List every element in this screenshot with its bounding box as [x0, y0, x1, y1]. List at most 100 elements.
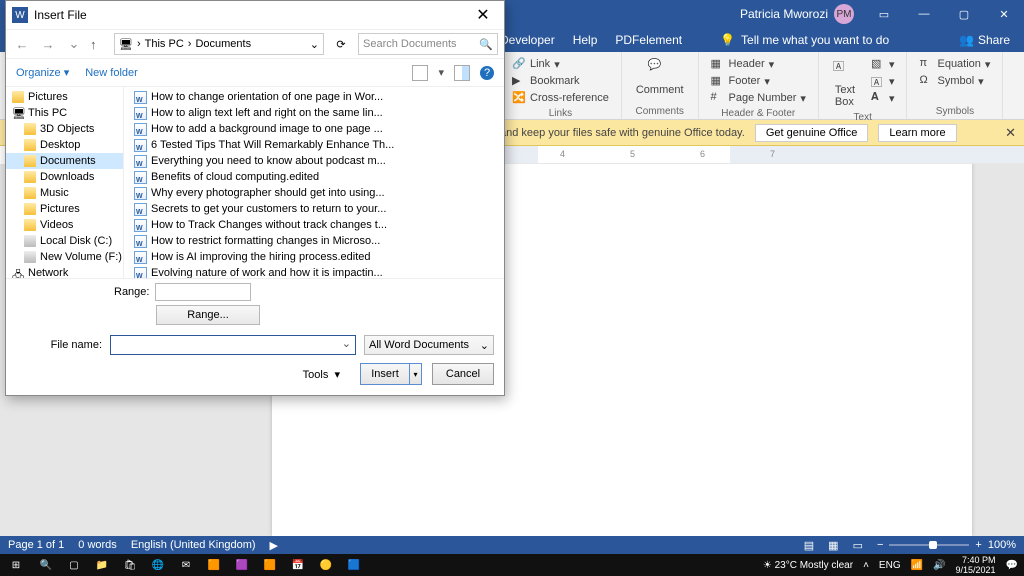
header-button[interactable]: ▦Header ▾: [709, 56, 808, 72]
web-layout-icon[interactable]: ▭: [853, 539, 863, 552]
textbox-button[interactable]: 🄰Text Box: [829, 56, 861, 110]
chevron-down-icon[interactable]: ▾: [438, 66, 444, 79]
range-button[interactable]: Range...: [156, 305, 260, 325]
tree-item[interactable]: Local Disk (C:): [6, 233, 123, 249]
share-button[interactable]: 👥 Share: [959, 33, 1010, 47]
recent-dropdown[interactable]: ⌄: [64, 36, 84, 52]
start-button[interactable]: ⊞: [0, 560, 32, 571]
app1-taskbar-icon[interactable]: 🟧: [200, 554, 228, 576]
system-tray[interactable]: ☀ 23°C Mostly clear ˄ ENG 📶 🔊 7:40 PM 9/…: [763, 555, 1024, 575]
new-folder-button[interactable]: New folder: [85, 67, 138, 79]
insert-split-dropdown[interactable]: ▾: [409, 364, 421, 384]
tree-item[interactable]: Music: [6, 185, 123, 201]
wordart-button[interactable]: 🄰▾: [869, 73, 897, 89]
word-count[interactable]: 0 words: [78, 539, 117, 551]
tree-item[interactable]: Pictures: [6, 201, 123, 217]
user-badge[interactable]: Patricia Mworozi PM: [740, 4, 864, 24]
maximize-icon[interactable]: ▢: [944, 0, 984, 28]
range-input[interactable]: [155, 283, 251, 301]
tree-item[interactable]: Downloads: [6, 169, 123, 185]
dropcap-button[interactable]: 𝐀▾: [869, 90, 897, 106]
preview-pane-button[interactable]: [454, 65, 470, 81]
wifi-icon[interactable]: 📶: [911, 560, 923, 571]
file-item[interactable]: How to restrict formatting changes in Mi…: [128, 233, 500, 249]
tree-item[interactable]: Desktop: [6, 137, 123, 153]
macro-icon[interactable]: ▶: [270, 539, 278, 552]
horizontal-ruler[interactable]: 4 5 6 7: [500, 146, 1024, 164]
refresh-button[interactable]: ⟳: [330, 38, 352, 51]
tab-developer[interactable]: Developer: [500, 33, 555, 47]
collapse-ribbon-icon[interactable]: ▭: [864, 0, 904, 28]
file-item[interactable]: 6 Tested Tips That Will Remarkably Enhan…: [128, 137, 500, 153]
forward-button[interactable]: →: [38, 37, 58, 52]
file-item[interactable]: Benefits of cloud computing.edited: [128, 169, 500, 185]
search-input[interactable]: Search Documents 🔍: [358, 33, 498, 55]
link-button[interactable]: 🔗Link ▾: [510, 56, 611, 72]
chrome-taskbar-icon[interactable]: 🟡: [312, 554, 340, 576]
comment-button[interactable]: 💬Comment: [632, 56, 688, 104]
close-icon[interactable]: ✕: [984, 0, 1024, 28]
tree-item[interactable]: Pictures: [6, 89, 123, 105]
file-item[interactable]: How is AI improving the hiring process.e…: [128, 249, 500, 265]
tree-item[interactable]: 3D Objects: [6, 121, 123, 137]
file-list[interactable]: How to change orientation of one page in…: [124, 87, 504, 278]
view-options-button[interactable]: [412, 65, 428, 81]
file-item[interactable]: Everything you need to know about podcas…: [128, 153, 500, 169]
language-indicator[interactable]: English (United Kingdom): [131, 539, 256, 551]
quickparts-button[interactable]: ▧▾: [869, 56, 897, 72]
footer-button[interactable]: ▦Footer ▾: [709, 73, 808, 89]
tree-item[interactable]: Documents: [6, 153, 123, 169]
help-icon[interactable]: ?: [480, 66, 494, 80]
clock[interactable]: 7:40 PM 9/15/2021: [956, 555, 996, 575]
get-office-button[interactable]: Get genuine Office: [755, 124, 869, 142]
tell-me-search[interactable]: 💡 Tell me what you want to do: [720, 33, 889, 47]
edge-taskbar-icon[interactable]: 🌐: [144, 554, 172, 576]
app2-taskbar-icon[interactable]: 🟪: [228, 554, 256, 576]
minimize-icon[interactable]: —: [904, 0, 944, 28]
store-taskbar-icon[interactable]: 🛍: [116, 554, 144, 576]
cancel-button[interactable]: Cancel: [432, 363, 494, 385]
filename-input[interactable]: [110, 335, 356, 355]
bookmark-button[interactable]: ▶Bookmark: [510, 73, 611, 89]
file-item[interactable]: Evolving nature of work and how it is im…: [128, 265, 500, 278]
banner-close-icon[interactable]: ✕: [1005, 125, 1016, 141]
dialog-close-button[interactable]: ✕: [468, 5, 498, 25]
explorer-taskbar-icon[interactable]: 📁: [88, 554, 116, 576]
tools-menu[interactable]: Tools ▾: [303, 368, 340, 381]
tree-item[interactable]: Videos: [6, 217, 123, 233]
file-item[interactable]: How to Track Changes without track chang…: [128, 217, 500, 233]
zoom-control[interactable]: − + 100%: [877, 539, 1016, 551]
chevron-down-icon[interactable]: ⌄: [310, 38, 319, 51]
file-item[interactable]: How to change orientation of one page in…: [128, 89, 500, 105]
tab-pdfelement[interactable]: PDFelement: [615, 33, 682, 47]
tree-item[interactable]: 🖥This PC: [6, 105, 123, 121]
sound-icon[interactable]: 🔊: [933, 560, 945, 571]
file-type-filter[interactable]: All Word Documents ⌄: [364, 335, 494, 355]
equation-button[interactable]: πEquation ▾: [917, 56, 992, 72]
page-indicator[interactable]: Page 1 of 1: [8, 539, 64, 551]
crossref-button[interactable]: 🔀Cross-reference: [510, 90, 611, 106]
search-taskbar-icon[interactable]: 🔍: [32, 554, 60, 576]
print-layout-icon[interactable]: ▦: [828, 539, 838, 552]
read-mode-icon[interactable]: ▤: [804, 539, 814, 552]
back-button[interactable]: ←: [12, 37, 32, 52]
zoom-out-icon[interactable]: −: [877, 539, 883, 551]
file-item[interactable]: Secrets to get your customers to return …: [128, 201, 500, 217]
mail-taskbar-icon[interactable]: ✉: [172, 554, 200, 576]
up-button[interactable]: ↑: [90, 37, 108, 52]
app3-taskbar-icon[interactable]: 🟧: [256, 554, 284, 576]
word-taskbar-icon[interactable]: 🟦: [340, 554, 368, 576]
file-item[interactable]: How to align text left and right on the …: [128, 105, 500, 121]
nav-tree[interactable]: Pictures🖥This PC3D ObjectsDesktopDocumen…: [6, 87, 124, 278]
tray-chevron-icon[interactable]: ˄: [863, 560, 869, 571]
zoom-slider[interactable]: [889, 544, 969, 546]
insert-button[interactable]: Insert ▾: [360, 363, 422, 385]
zoom-value[interactable]: 100%: [988, 539, 1016, 551]
pagenumber-button[interactable]: #Page Number ▾: [709, 90, 808, 106]
calendar-taskbar-icon[interactable]: 📅: [284, 554, 312, 576]
symbol-button[interactable]: ΩSymbol ▾: [917, 73, 992, 89]
learn-more-button[interactable]: Learn more: [878, 124, 956, 142]
taskview-icon[interactable]: ▢: [60, 554, 88, 576]
language-indicator[interactable]: ENG: [879, 560, 901, 571]
organize-menu[interactable]: Organize ▾: [16, 66, 69, 79]
